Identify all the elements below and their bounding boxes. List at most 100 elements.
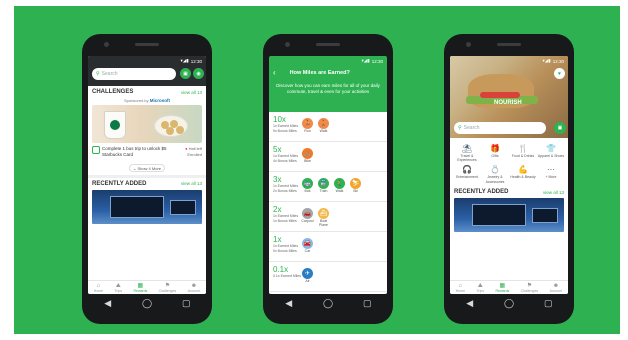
transport-mode: 🏃 Run bbox=[301, 118, 314, 134]
tab-rewards[interactable]: ▦ Rewards bbox=[495, 281, 509, 294]
back-icon[interactable]: ◀ bbox=[460, 298, 480, 308]
challenge-item[interactable]: Complete 1 bus trip to unlock $5 Starbuc… bbox=[88, 143, 206, 161]
back-arrow-icon[interactable]: ‹ bbox=[273, 68, 276, 77]
cart-icon[interactable]: ▣ bbox=[554, 122, 566, 134]
search-input[interactable]: ⚲ Search bbox=[92, 68, 176, 80]
tab-trips[interactable]: ⛰ Trips bbox=[114, 281, 122, 294]
category-item[interactable]: 💍 Jewelry & Accessories bbox=[481, 165, 509, 183]
category-item[interactable]: 🎁 Gifts bbox=[481, 144, 509, 162]
multiplier-info: 0.1x 0.1x Earned Miles bbox=[273, 265, 301, 279]
sponsor-logo: Microsoft bbox=[149, 98, 171, 103]
home-button-icon[interactable]: ◯ bbox=[137, 298, 157, 308]
recently-added-header: RECENTLY ADDED view all 13 bbox=[88, 178, 206, 190]
tab-challenges[interactable]: ⚑ Challenges bbox=[159, 281, 177, 294]
recently-added-section: RECENTLY ADDED view all 13 bbox=[450, 186, 568, 232]
tab-home[interactable]: ⌂ Home bbox=[94, 281, 103, 294]
android-nav-bar: ◀ ◯ ▢ bbox=[269, 294, 387, 312]
transport-mode-icon: 🚗 bbox=[302, 208, 313, 219]
transport-mode-label: Carpool bbox=[301, 219, 314, 223]
recently-added-view-all-link[interactable]: view all 13 bbox=[181, 181, 202, 186]
back-icon[interactable]: ◀ bbox=[98, 298, 118, 308]
challenges-header: CHALLENGES view all 13 bbox=[88, 86, 206, 98]
back-icon[interactable]: ◀ bbox=[279, 298, 299, 308]
speaker bbox=[316, 43, 340, 46]
category-item[interactable]: 🎧 Entertainment bbox=[453, 165, 481, 183]
category-label: Health & Beauty bbox=[510, 175, 536, 180]
home-button-icon[interactable]: ◯ bbox=[318, 298, 338, 308]
signal-icon: ▾◢▮ bbox=[180, 58, 189, 63]
bonus-miles-label: 0x Bonus Miles bbox=[273, 248, 297, 253]
category-item[interactable]: ⋯ + More bbox=[537, 165, 565, 183]
category-grid: ⛱ Travel & Experiences 🎁 Gifts 🍴 Food & Drink… bbox=[450, 142, 568, 186]
tomato-image bbox=[480, 92, 520, 98]
transport-modes: 🚗 Carpool ⛴ Boat Plane bbox=[301, 205, 330, 228]
recent-item-image[interactable] bbox=[454, 198, 564, 232]
phone-challenges: ▾◢▮ 12:30 ⚲ Search ▣ ◉ CHALLENGES view a… bbox=[82, 34, 212, 324]
tab-home[interactable]: ⌂ Home bbox=[456, 281, 465, 294]
multiplier-info: 10x 1x Earned Miles 9x Bonus Miles bbox=[273, 115, 301, 133]
category-item[interactable]: 👕 Apparel & Shoes bbox=[537, 144, 565, 162]
wallet-icon[interactable]: ◉ bbox=[193, 68, 204, 79]
search-input[interactable]: ⚲ Search bbox=[454, 122, 546, 134]
category-label: Gifts bbox=[491, 154, 499, 158]
category-icon: 💪 bbox=[518, 165, 528, 175]
page-subtitle: Discover how you can earn miles for all … bbox=[276, 83, 380, 95]
tab-account[interactable]: ☻ Account bbox=[550, 281, 563, 294]
cart-icon[interactable]: ▣ bbox=[180, 68, 191, 79]
multiplier-value: 5x bbox=[273, 145, 282, 154]
recent-item-image[interactable] bbox=[92, 189, 202, 224]
tab-account[interactable]: ☻ Account bbox=[188, 281, 201, 294]
transport-mode: 🚌 Bus bbox=[301, 178, 314, 194]
challenges-view-all-link[interactable]: view all 13 bbox=[181, 90, 202, 95]
category-item[interactable]: 🍴 Food & Drinks bbox=[509, 144, 537, 162]
show-more-label: Show 4 More bbox=[137, 165, 162, 171]
recents-icon[interactable]: ▢ bbox=[538, 298, 558, 308]
challenge-text: Complete 1 bus trip to unlock $5 Starbuc… bbox=[102, 146, 167, 157]
challenge-image[interactable] bbox=[92, 105, 202, 143]
transport-mode-label: Ski bbox=[353, 189, 358, 193]
android-nav-bar: ◀ ◯ ▢ bbox=[450, 294, 568, 312]
transport-mode: 🚲 Bike bbox=[301, 148, 314, 164]
transport-mode: 🚶 Walk bbox=[333, 178, 346, 194]
multiplier-row: 10x 1x Earned Miles 9x Bonus Miles 🏃 Run 🚶 Wal… bbox=[269, 112, 387, 142]
transport-mode-label: Car bbox=[304, 249, 311, 253]
transport-mode: ✈ Air bbox=[301, 268, 314, 284]
rewards-screen: NOURISH ▾◢▮ 12:30 ♥ ⚲ Search ▣ ⛱ Travel &… bbox=[450, 56, 568, 294]
recents-icon[interactable]: ▢ bbox=[357, 298, 377, 308]
transport-mode-icon: 🚘 bbox=[302, 238, 313, 249]
status-time: 12:30 bbox=[190, 58, 202, 64]
transport-modes: ✈ Air bbox=[301, 265, 314, 284]
show-more-button[interactable]: ⌄ Show 4 More bbox=[129, 163, 165, 172]
category-item[interactable]: 💪 Health & Beauty bbox=[509, 165, 537, 183]
bonus-miles-label: 4x Bonus Miles bbox=[273, 158, 297, 163]
earned-miles-label: 1x Earned Miles bbox=[273, 184, 299, 188]
transport-modes: 🏃 Run 🚶 Walk bbox=[301, 115, 330, 134]
transport-mode: ⛴ Boat Plane bbox=[317, 208, 330, 228]
status-time: 12:30 bbox=[371, 58, 383, 64]
transport-mode-icon: ⛴ bbox=[318, 208, 329, 219]
transport-mode-label: Walk bbox=[319, 129, 328, 133]
recently-added-view-all-link[interactable]: view all 13 bbox=[543, 190, 564, 195]
recents-icon[interactable]: ▢ bbox=[176, 298, 196, 308]
heart-icon[interactable]: ♥ bbox=[554, 68, 565, 79]
multiplier-info: 5x 1x Earned Miles 4x Bonus Miles bbox=[273, 145, 301, 163]
speaker bbox=[135, 43, 159, 46]
home-button-icon[interactable]: ◯ bbox=[499, 298, 519, 308]
category-item[interactable]: ⛱ Travel & Experiences bbox=[453, 144, 481, 162]
search-icon: ⚲ bbox=[96, 71, 100, 77]
tv-image bbox=[532, 208, 558, 223]
camera bbox=[285, 42, 290, 47]
tab-trips[interactable]: ⛰ Trips bbox=[476, 281, 484, 294]
sponsor-line: Sponsored by Microsoft bbox=[88, 98, 206, 103]
earned-miles-label: 0.1x Earned Miles bbox=[273, 274, 302, 278]
multiplier-row: 3x 1x Earned Miles 2x Bonus Miles 🚌 Bus 🚆 Trai… bbox=[269, 172, 387, 202]
transport-modes: 🚲 Bike bbox=[301, 145, 314, 164]
category-icon: ⛱ bbox=[461, 144, 473, 153]
camera bbox=[104, 42, 109, 47]
page-title: How Miles are Earned? bbox=[289, 69, 350, 76]
challenge-status: Enrolled bbox=[187, 151, 202, 157]
transport-mode-label: Bus bbox=[304, 189, 311, 193]
how-miles-header: ‹ How Miles are Earned? Discover how you… bbox=[269, 66, 387, 97]
tab-challenges[interactable]: ⚑ Challenges bbox=[521, 281, 539, 294]
tab-rewards[interactable]: ▦ Rewards bbox=[133, 281, 147, 294]
